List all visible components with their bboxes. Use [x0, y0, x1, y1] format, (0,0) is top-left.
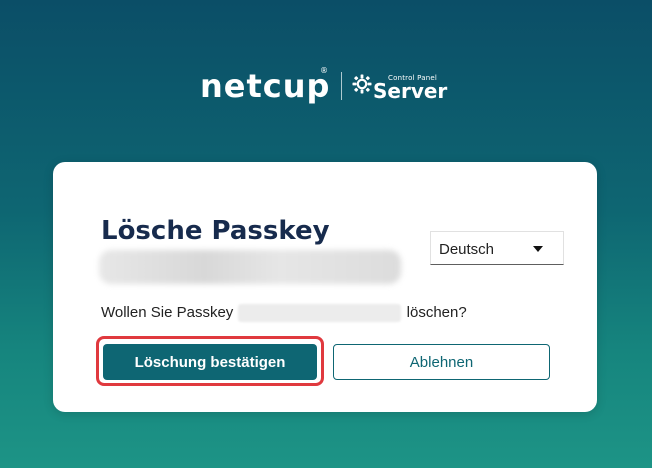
product-large-label: Server — [373, 79, 448, 103]
registered-mark: ® — [320, 66, 328, 75]
page-title: Lösche Passkey — [101, 216, 330, 246]
brand-header: netcup ® Control Panel Server — [0, 64, 652, 108]
language-select[interactable]: Deutsch — [430, 231, 564, 265]
language-selected-value: Deutsch — [439, 241, 495, 258]
caret-down-icon — [533, 246, 543, 252]
passkey-name-redacted — [99, 250, 401, 284]
question-suffix: löschen? — [406, 304, 467, 321]
logo-divider — [341, 72, 342, 100]
gear-icon — [352, 74, 372, 94]
question-prefix: Wollen Sie Passkey — [101, 304, 234, 321]
confirm-delete-button[interactable]: Löschung bestätigen — [103, 344, 317, 380]
passkey-name-inline-redacted — [238, 304, 402, 323]
confirm-question: Wollen Sie Passkey löschen? — [101, 304, 467, 323]
netcup-logo: netcup — [200, 67, 331, 105]
decline-button[interactable]: Ablehnen — [333, 344, 550, 380]
delete-passkey-dialog: Lösche Passkey Deutsch Wollen Sie Passke… — [53, 162, 597, 412]
